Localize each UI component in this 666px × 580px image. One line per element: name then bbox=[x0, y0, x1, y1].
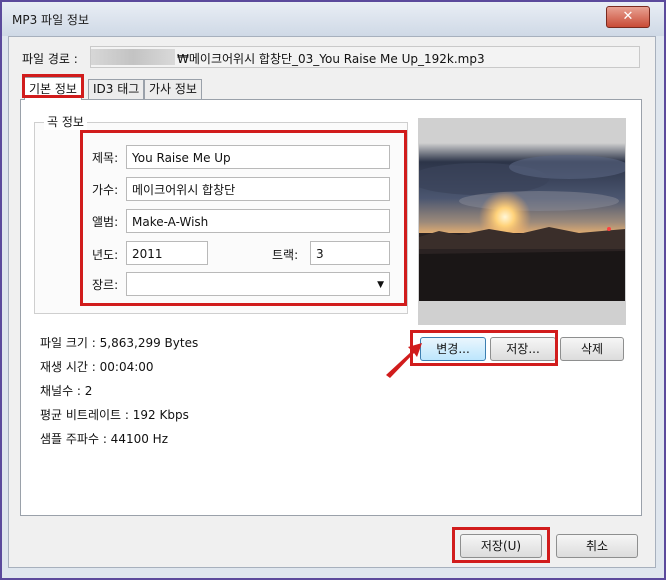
file-path-field: ₩메이크어위시 합창단_03_You Raise Me Up_192k.mp3 bbox=[90, 46, 640, 68]
title-bar[interactable]: MP3 파일 정보 ✕ bbox=[2, 2, 664, 36]
album-art-image bbox=[418, 118, 626, 325]
window-title: MP3 파일 정보 bbox=[12, 13, 90, 27]
file-path-text: ₩메이크어위시 합창단_03_You Raise Me Up_192k.mp3 bbox=[177, 52, 485, 66]
close-button[interactable]: ✕ bbox=[606, 6, 650, 28]
duration-text: 재생 시간 : 00:04:00 bbox=[40, 360, 154, 374]
cancel-button[interactable]: 취소 bbox=[556, 534, 638, 558]
bitrate-text: 평균 비트레이트 : 192 Kbps bbox=[40, 408, 189, 422]
file-path-label: 파일 경로 : bbox=[22, 52, 78, 66]
red-pointer-arrow-icon bbox=[386, 343, 422, 378]
art-buttons-highlight bbox=[410, 330, 558, 366]
song-info-caption: 곡 정보 bbox=[44, 113, 87, 130]
tab-lyrics-info[interactable]: 가사 정보 bbox=[144, 79, 202, 99]
save-button-highlight bbox=[452, 527, 550, 563]
tab-id3-tag[interactable]: ID3 태그 bbox=[88, 79, 145, 99]
file-size-text: 파일 크기 : 5,863,299 Bytes bbox=[40, 336, 199, 350]
sample-rate-text: 샘플 주파수 : 44100 Hz bbox=[40, 432, 168, 446]
delete-art-button[interactable]: 삭제 bbox=[560, 337, 624, 361]
sunset-picture bbox=[419, 119, 625, 324]
song-info-highlight bbox=[80, 130, 407, 306]
path-redaction bbox=[91, 49, 175, 65]
basic-tab-highlight bbox=[22, 74, 84, 98]
channels-text: 채널수 : 2 bbox=[40, 384, 93, 398]
